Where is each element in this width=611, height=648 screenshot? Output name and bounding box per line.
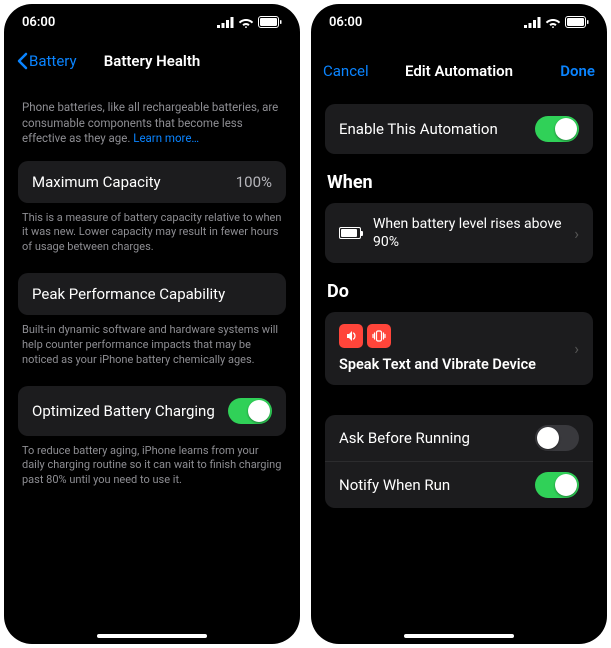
wifi-icon bbox=[545, 17, 561, 28]
wifi-icon bbox=[238, 17, 254, 28]
max-capacity-row[interactable]: Maximum Capacity 100% bbox=[18, 161, 286, 203]
optimized-charging-label: Optimized Battery Charging bbox=[32, 402, 215, 420]
back-label: Battery bbox=[29, 52, 77, 70]
nav-bar: Battery Battery Health bbox=[4, 40, 300, 82]
run-options-group: Ask Before Running Notify When Run bbox=[325, 415, 593, 508]
content: Enable This Automation When When battery… bbox=[311, 92, 607, 644]
enable-automation-toggle[interactable] bbox=[535, 116, 579, 142]
status-bar: 06:00 bbox=[4, 4, 300, 40]
ask-before-running-label: Ask Before Running bbox=[339, 429, 470, 447]
cellular-icon bbox=[217, 17, 234, 28]
status-bar: 06:00 bbox=[311, 4, 607, 40]
status-icons bbox=[524, 16, 589, 28]
chevron-left-icon bbox=[16, 52, 28, 70]
enable-automation-row: Enable This Automation bbox=[325, 104, 593, 154]
time: 06:00 bbox=[329, 15, 362, 30]
battery-icon bbox=[258, 16, 282, 28]
do-action-title: Speak Text and Vibrate Device bbox=[339, 356, 574, 373]
do-action-row[interactable]: Speak Text and Vibrate Device › bbox=[325, 312, 593, 385]
when-condition-row[interactable]: When battery level rises above 90% › bbox=[325, 203, 593, 263]
notify-when-run-row: Notify When Run bbox=[325, 461, 593, 508]
battery-icon bbox=[565, 16, 589, 28]
vibrate-icon bbox=[367, 324, 391, 348]
phone-left: 06:00 Battery Battery Health Phone batte… bbox=[4, 4, 300, 644]
optimized-charging-toggle[interactable] bbox=[228, 398, 272, 424]
home-indicator[interactable] bbox=[404, 634, 514, 638]
ask-before-running-row: Ask Before Running bbox=[325, 415, 593, 461]
modal-nav: Cancel Edit Automation Done bbox=[311, 50, 607, 92]
notify-when-run-toggle[interactable] bbox=[535, 472, 579, 498]
time: 06:00 bbox=[22, 15, 55, 30]
home-indicator[interactable] bbox=[97, 634, 207, 638]
cancel-button[interactable]: Cancel bbox=[323, 62, 369, 80]
peak-performance-label: Peak Performance Capability bbox=[32, 285, 225, 303]
status-icons bbox=[217, 16, 282, 28]
learn-more-link[interactable]: Learn more… bbox=[133, 131, 199, 145]
notify-when-run-label: Notify When Run bbox=[339, 476, 450, 494]
intro-text: Phone batteries, like all rechargeable b… bbox=[22, 100, 282, 147]
content: Phone batteries, like all rechargeable b… bbox=[4, 82, 300, 644]
speak-text-icon bbox=[339, 324, 363, 348]
chevron-right-icon: › bbox=[574, 224, 579, 243]
when-condition-text: When battery level rises above 90% bbox=[373, 215, 562, 251]
chevron-right-icon: › bbox=[574, 339, 579, 358]
peak-performance-footer: Built-in dynamic software and hardware s… bbox=[22, 323, 282, 368]
action-icons bbox=[339, 324, 574, 348]
back-button[interactable]: Battery bbox=[16, 52, 77, 70]
phone-right: 06:00 Cancel Edit Automation Done Enable… bbox=[311, 4, 607, 644]
ask-before-running-toggle[interactable] bbox=[535, 425, 579, 451]
battery-level-icon bbox=[339, 227, 361, 239]
enable-automation-label: Enable This Automation bbox=[339, 120, 498, 138]
cellular-icon bbox=[524, 17, 541, 28]
max-capacity-value: 100% bbox=[236, 173, 272, 191]
when-heading: When bbox=[327, 172, 591, 193]
max-capacity-label: Maximum Capacity bbox=[32, 173, 161, 191]
optimized-charging-row: Optimized Battery Charging bbox=[18, 386, 286, 436]
done-button[interactable]: Done bbox=[560, 62, 595, 80]
do-heading: Do bbox=[327, 281, 591, 302]
peak-performance-row[interactable]: Peak Performance Capability bbox=[18, 273, 286, 315]
optimized-charging-footer: To reduce battery aging, iPhone learns f… bbox=[22, 444, 282, 489]
max-capacity-footer: This is a measure of battery capacity re… bbox=[22, 211, 282, 256]
